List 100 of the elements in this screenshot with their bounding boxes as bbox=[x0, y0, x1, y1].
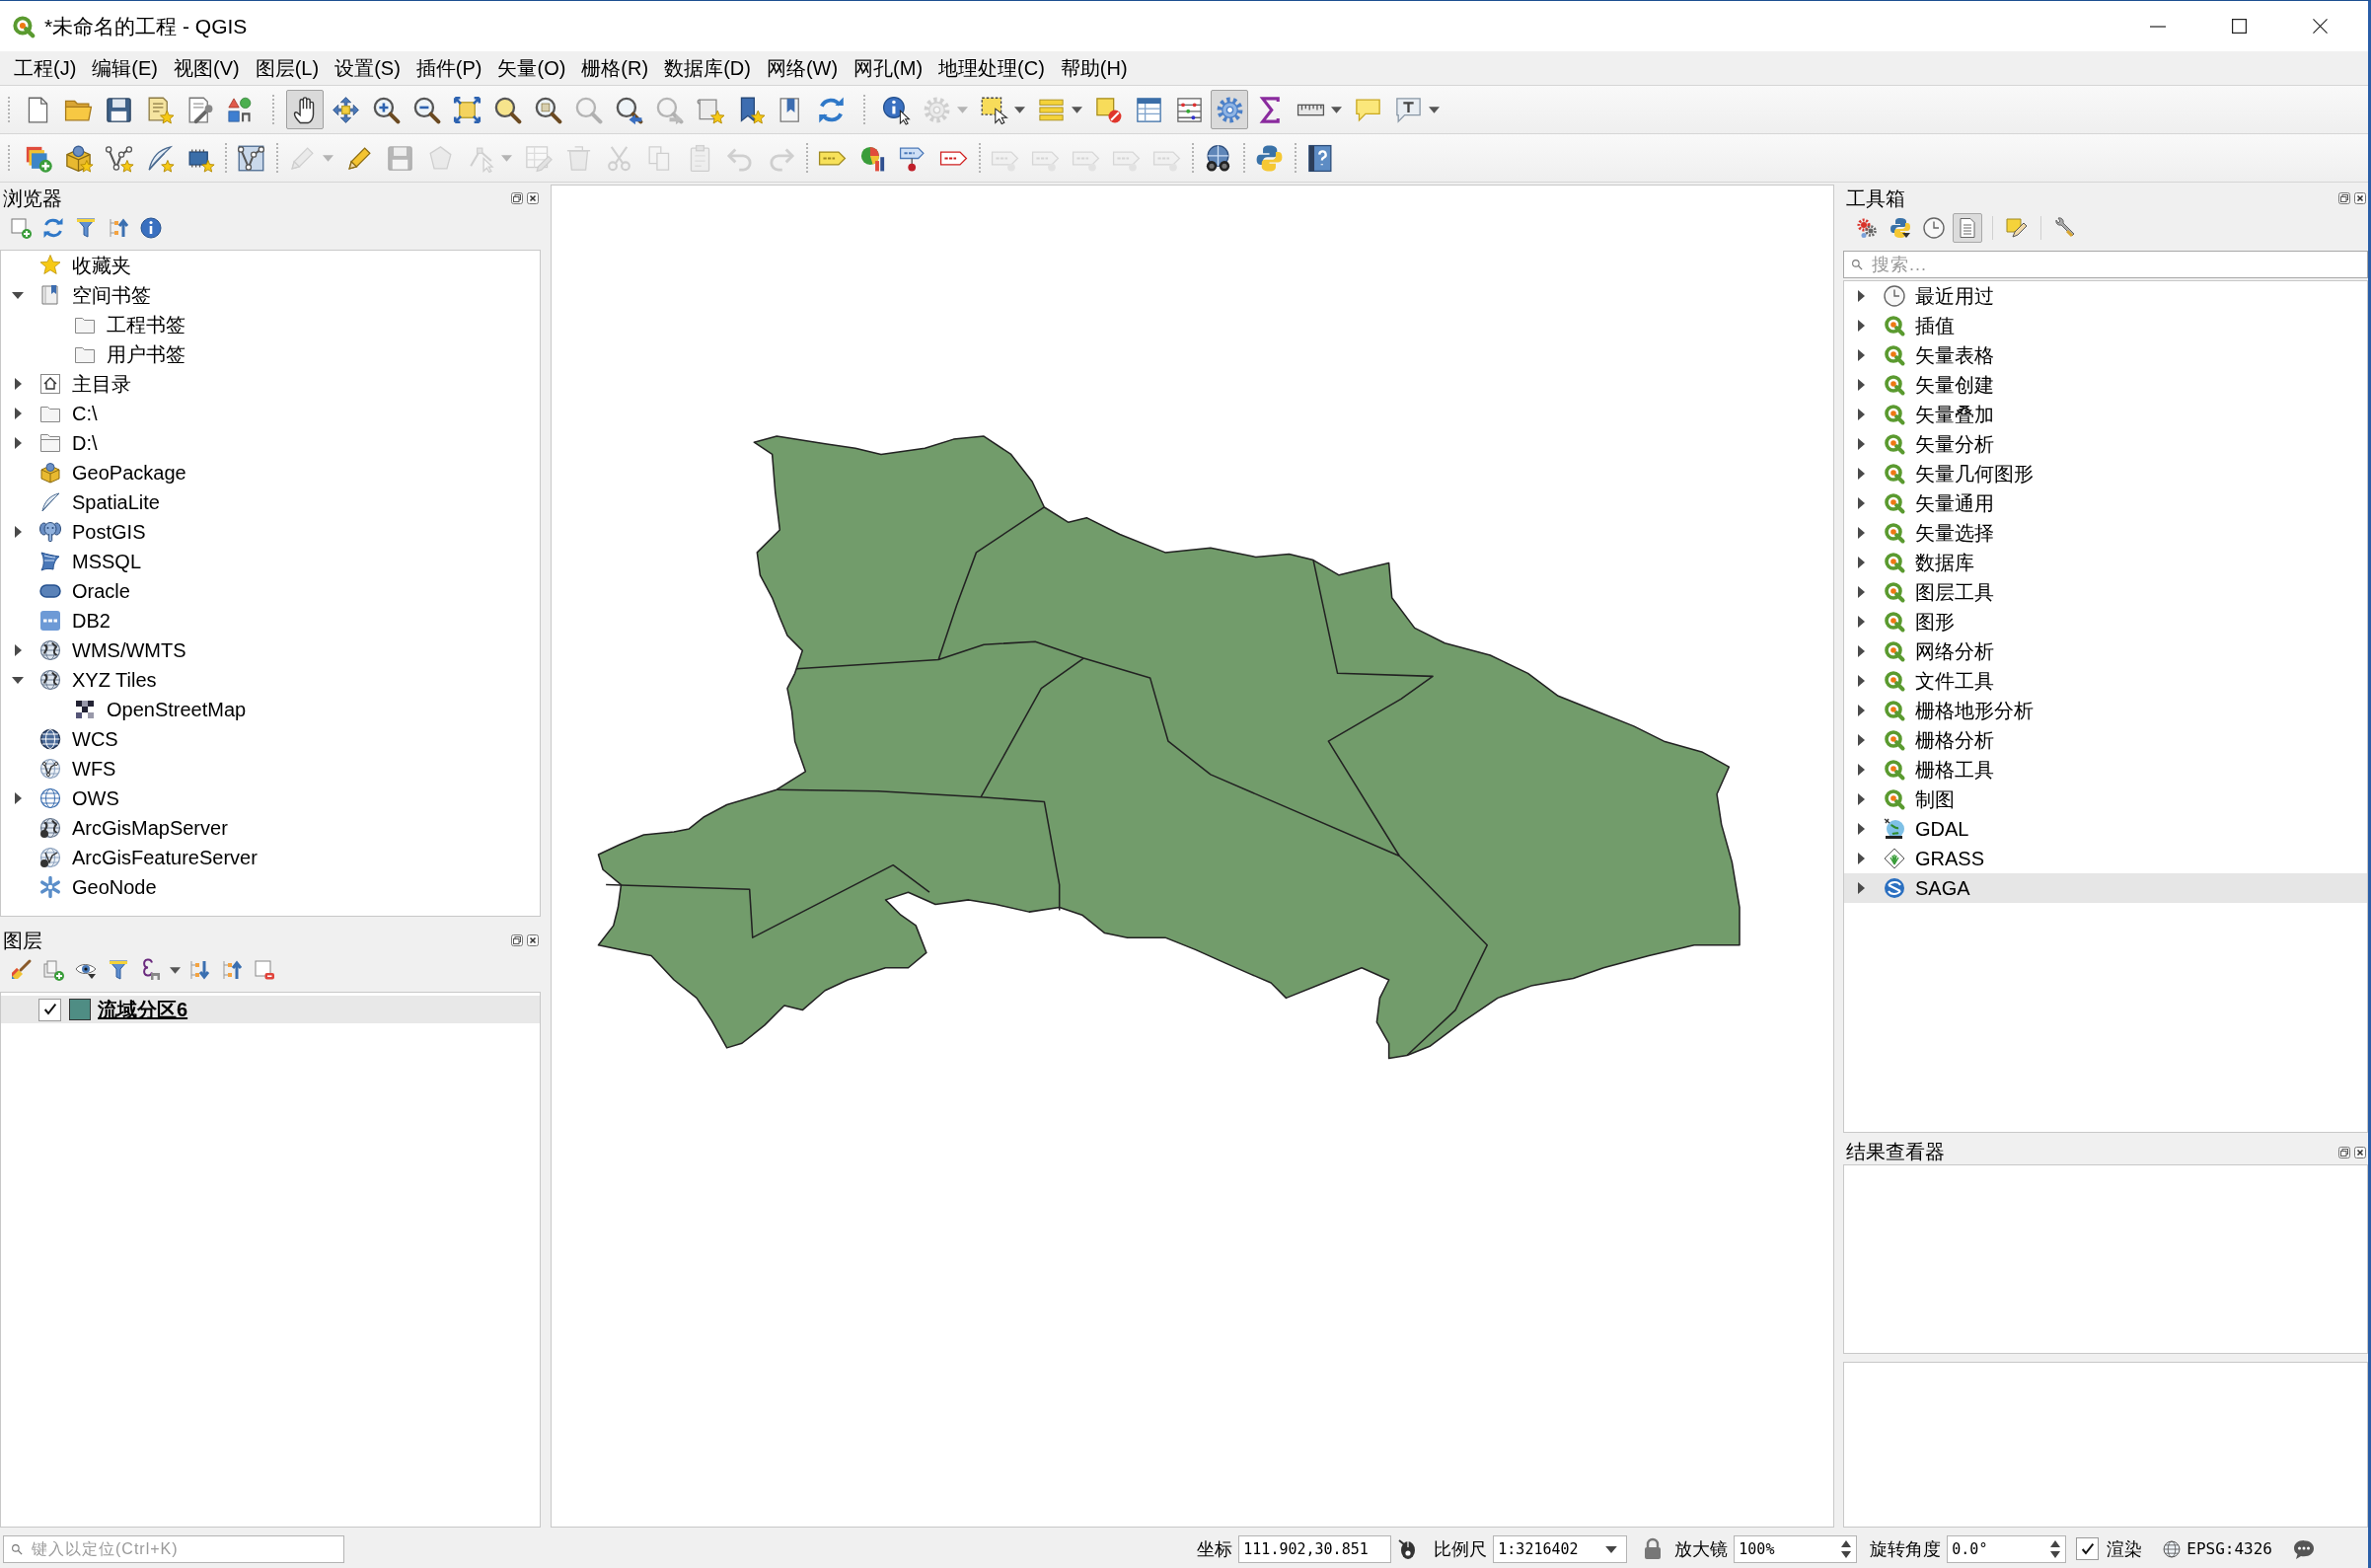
toolbox-item[interactable]: 图形 bbox=[1915, 608, 1955, 635]
browser-item[interactable]: OWS bbox=[72, 786, 119, 810]
square-plus-icon[interactable] bbox=[9, 216, 33, 240]
caret-right-icon[interactable] bbox=[1857, 586, 1865, 598]
caret-right-icon[interactable] bbox=[1857, 379, 1865, 391]
toolbox-item[interactable]: 网络分析 bbox=[1915, 637, 1994, 665]
browser-item[interactable]: WMS/WMTS bbox=[72, 638, 186, 662]
browser-item[interactable]: XYZ Tiles bbox=[72, 668, 157, 692]
locate-field[interactable]: 键入以定位(Ctrl+K) bbox=[3, 1534, 344, 1563]
group-plus-icon[interactable] bbox=[41, 958, 65, 982]
square-minus-icon[interactable] bbox=[253, 958, 276, 982]
toolbox-item[interactable]: 矢量叠加 bbox=[1915, 401, 1994, 428]
two-squares-icon[interactable] bbox=[511, 192, 523, 204]
caret-icon[interactable] bbox=[170, 966, 181, 974]
caret-right-icon[interactable] bbox=[1857, 468, 1865, 480]
browser-item[interactable]: WCS bbox=[72, 727, 118, 751]
layer-checkbox[interactable] bbox=[38, 998, 61, 1021]
caret-right-icon[interactable] bbox=[14, 437, 22, 449]
browser-item[interactable]: 主目录 bbox=[72, 370, 131, 398]
menu-item[interactable]: 图层(L) bbox=[248, 52, 327, 84]
toolbox-item[interactable]: 矢量表格 bbox=[1915, 341, 1994, 369]
toolbox-item[interactable]: 图层工具 bbox=[1915, 578, 1994, 606]
close-icon[interactable] bbox=[2312, 19, 2328, 34]
collapse-tree-icon[interactable] bbox=[220, 958, 244, 982]
scale-combo[interactable]: 1:3216402 bbox=[1493, 1534, 1628, 1563]
browser-item[interactable]: MSSQL bbox=[72, 550, 142, 573]
menu-item[interactable]: 设置(S) bbox=[328, 52, 408, 84]
browser-item[interactable]: SpatiaLite bbox=[72, 490, 160, 514]
two-squares-icon[interactable] bbox=[2338, 192, 2350, 204]
browser-item[interactable]: ArcGisMapServer bbox=[72, 816, 228, 840]
browser-item[interactable]: OpenStreetMap bbox=[107, 698, 247, 721]
caret-right-icon[interactable] bbox=[1857, 557, 1865, 568]
menu-item[interactable]: 网孔(M) bbox=[847, 52, 930, 84]
browser-item[interactable]: GeoPackage bbox=[72, 461, 186, 485]
caret-right-icon[interactable] bbox=[1857, 349, 1865, 361]
coordinate-field[interactable]: 111.902,30.851 bbox=[1238, 1534, 1392, 1563]
toolbox-item[interactable]: 栅格分析 bbox=[1915, 726, 1994, 754]
caret-right-icon[interactable] bbox=[14, 526, 22, 538]
crs-button[interactable]: EPSG:4326 bbox=[2162, 1538, 2272, 1559]
layer-name[interactable]: 流域分区6 bbox=[98, 996, 188, 1023]
caret-right-icon[interactable] bbox=[1857, 823, 1865, 835]
browser-item[interactable]: 用户书签 bbox=[107, 340, 185, 368]
caret-right-icon[interactable] bbox=[14, 792, 22, 804]
menu-item[interactable]: 矢量(O) bbox=[490, 52, 573, 84]
menu-item[interactable]: 工程(J) bbox=[7, 52, 84, 84]
caret-right-icon[interactable] bbox=[1857, 497, 1865, 509]
toolbox-item[interactable]: 矢量创建 bbox=[1915, 371, 1994, 399]
browser-item[interactable]: D:\ bbox=[72, 431, 98, 455]
spin-arrows-icon[interactable] bbox=[1841, 1539, 1852, 1558]
expand-tree-icon[interactable] bbox=[187, 958, 211, 982]
browser-item[interactable]: 收藏夹 bbox=[72, 252, 131, 279]
menu-item[interactable]: 数据库(D) bbox=[657, 52, 758, 84]
menu-item[interactable]: 帮助(H) bbox=[1053, 52, 1135, 84]
toolbox-item[interactable]: 最近用过 bbox=[1915, 282, 1994, 310]
caret-right-icon[interactable] bbox=[1857, 764, 1865, 776]
paintbrush-icon[interactable] bbox=[9, 958, 33, 982]
caret-right-icon[interactable] bbox=[1857, 438, 1865, 450]
toolbox-item[interactable]: 矢量选择 bbox=[1915, 519, 1994, 547]
browser-item[interactable]: DB2 bbox=[72, 609, 111, 633]
caret-right-icon[interactable] bbox=[14, 644, 22, 656]
collapse-tree-icon[interactable] bbox=[107, 216, 130, 240]
menu-item[interactable]: 编辑(E) bbox=[85, 52, 165, 84]
caret-icon[interactable] bbox=[1605, 1545, 1618, 1553]
caret-right-icon[interactable] bbox=[1857, 853, 1865, 864]
toolbox-item[interactable]: 矢量通用 bbox=[1915, 489, 1994, 517]
filter-icon[interactable] bbox=[107, 958, 130, 982]
toolbox-item[interactable]: 文件工具 bbox=[1915, 667, 1994, 695]
caret-right-icon[interactable] bbox=[1857, 527, 1865, 539]
menu-item[interactable]: 视图(V) bbox=[167, 52, 247, 84]
caret-right-icon[interactable] bbox=[1857, 290, 1865, 302]
caret-right-icon[interactable] bbox=[1857, 734, 1865, 746]
refresh-icon[interactable] bbox=[41, 216, 65, 240]
browser-item[interactable]: C:\ bbox=[72, 402, 98, 425]
caret-right-icon[interactable] bbox=[1857, 616, 1865, 628]
browser-item[interactable]: WFS bbox=[72, 757, 116, 781]
caret-down-icon[interactable] bbox=[12, 676, 24, 684]
browser-item[interactable]: 空间书签 bbox=[72, 281, 151, 309]
menu-item[interactable]: 栅格(R) bbox=[574, 52, 656, 84]
tool-button[interactable] bbox=[286, 90, 324, 129]
browser-item[interactable]: PostGIS bbox=[72, 520, 146, 544]
render-checkbox[interactable] bbox=[2076, 1537, 2100, 1560]
magnifier-spinbox[interactable]: 100% bbox=[1734, 1534, 1858, 1563]
caret-right-icon[interactable] bbox=[1857, 675, 1865, 687]
maximize-icon[interactable] bbox=[2231, 19, 2247, 34]
search-field[interactable]: 搜索... bbox=[1843, 251, 2368, 278]
menu-item[interactable]: 网络(W) bbox=[759, 52, 846, 84]
menu-item[interactable]: 地理处理(C) bbox=[931, 52, 1052, 84]
filter-icon[interactable] bbox=[74, 216, 98, 240]
close-icon[interactable] bbox=[2354, 1146, 2366, 1158]
caret-right-icon[interactable] bbox=[1857, 320, 1865, 332]
close-icon[interactable] bbox=[527, 934, 539, 946]
caret-right-icon[interactable] bbox=[1857, 645, 1865, 657]
caret-right-icon[interactable] bbox=[1857, 409, 1865, 420]
toolbox-item[interactable]: 数据库 bbox=[1915, 549, 1974, 576]
toolbox-item[interactable]: GDAL bbox=[1915, 817, 1969, 841]
toolbox-item[interactable]: 制图 bbox=[1915, 785, 1955, 813]
toolbox-item[interactable]: 矢量分析 bbox=[1915, 430, 1994, 458]
browser-item[interactable]: GeoNode bbox=[72, 875, 157, 899]
caret-down-icon[interactable] bbox=[12, 291, 24, 299]
toolbox-item[interactable]: 栅格地形分析 bbox=[1915, 697, 2034, 724]
